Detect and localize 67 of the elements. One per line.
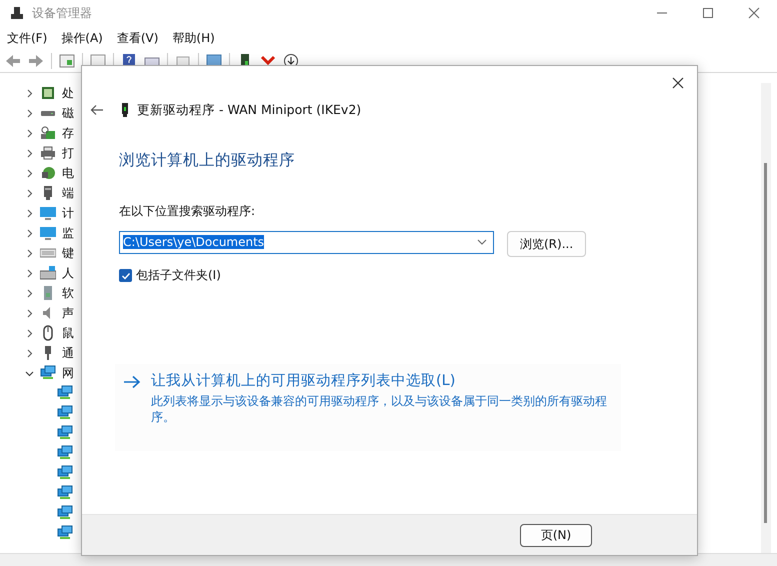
menu-item[interactable]: 帮助(H)	[172, 30, 215, 46]
tree-item[interactable]: 鼠	[62, 324, 74, 342]
maximize-icon[interactable]	[702, 7, 714, 19]
tree-item[interactable]: 计	[62, 204, 74, 222]
option-link[interactable]: 让我从计算机上的可用驱动程序列表中选取(L)	[151, 371, 621, 390]
chevron-right-icon[interactable]	[25, 108, 34, 118]
chip-icon	[40, 85, 56, 101]
chevron-right-icon[interactable]	[25, 308, 34, 318]
network-icon	[57, 525, 73, 541]
page-heading: 浏览计算机上的驱动程序	[119, 150, 296, 171]
tree-item[interactable]: 处	[62, 84, 74, 102]
monitor-icon	[40, 205, 56, 221]
menu-item[interactable]: 文件(F)	[7, 30, 48, 46]
tree-item[interactable]: 通	[62, 344, 74, 362]
device-icon	[121, 103, 129, 117]
network-icon	[57, 485, 73, 501]
tree-item[interactable]: 监	[62, 224, 74, 242]
network-icon	[57, 445, 73, 461]
next-button[interactable]: 页(N)	[520, 524, 592, 546]
close-icon[interactable]	[672, 77, 684, 89]
tree-item[interactable]: 存	[62, 124, 74, 142]
network-icon	[57, 505, 73, 521]
chevron-right-icon[interactable]	[25, 228, 34, 238]
tree-item[interactable]: 声	[62, 304, 74, 322]
field-label: 在以下位置搜索驱动程序:	[119, 203, 256, 220]
dialog-title: 更新驱动程序 - WAN Miniport (IKEv2)	[137, 102, 362, 118]
chevron-right-icon[interactable]	[25, 248, 34, 258]
browse-button[interactable]: 浏览(R)...	[507, 231, 586, 257]
chevron-right-icon[interactable]	[25, 148, 34, 158]
menu-item[interactable]: 查看(V)	[116, 30, 158, 46]
chevron-down-icon[interactable]	[25, 368, 34, 378]
chevron-right-icon[interactable]	[25, 188, 34, 198]
chevron-right-icon[interactable]	[25, 88, 34, 98]
tree-item[interactable]: 磁	[62, 104, 74, 122]
chevron-right-icon[interactable]	[25, 288, 34, 298]
tree-item[interactable]: 软	[62, 284, 74, 302]
tree-item[interactable]: 电	[62, 164, 74, 182]
checkbox[interactable]	[119, 269, 132, 282]
network-icon	[57, 385, 73, 401]
menu-item[interactable]: 操作(A)	[61, 30, 103, 46]
tree-item[interactable]: 键	[62, 244, 74, 262]
window-title: 设备管理器	[32, 4, 92, 22]
back-arrow-icon[interactable]	[90, 104, 104, 116]
chevron-right-icon[interactable]	[25, 348, 34, 358]
tree-item[interactable]: 端	[62, 184, 74, 202]
arrow-right-icon	[123, 375, 141, 389]
option-description: 此列表将显示与该设备兼容的可用驱动程序，以及与该设备属于同一类别的所有驱动程序。	[151, 393, 608, 425]
tree-item[interactable]: 网	[62, 364, 74, 382]
chevron-right-icon[interactable]	[25, 208, 34, 218]
chevron-right-icon[interactable]	[25, 328, 34, 338]
storage-icon	[40, 125, 56, 141]
path-combo-box[interactable]: C:\Users\ye\Documents	[119, 230, 494, 254]
chevron-right-icon[interactable]	[25, 168, 34, 178]
tree-item[interactable]: 人	[62, 264, 74, 282]
network-icon	[57, 425, 73, 441]
chevron-right-icon[interactable]	[25, 268, 34, 278]
chevron-right-icon[interactable]	[25, 128, 34, 138]
close-icon[interactable]	[748, 7, 760, 19]
checkbox-label[interactable]: 包括子文件夹(I)	[136, 267, 221, 284]
tree-item[interactable]: 打	[62, 144, 74, 162]
app-icon	[10, 6, 24, 20]
monitor-icon	[40, 225, 56, 241]
printer-icon	[40, 145, 56, 161]
network-icon	[57, 405, 73, 421]
scrollbar[interactable]	[761, 83, 771, 553]
network-icon	[40, 365, 56, 381]
network-icon	[57, 465, 73, 481]
